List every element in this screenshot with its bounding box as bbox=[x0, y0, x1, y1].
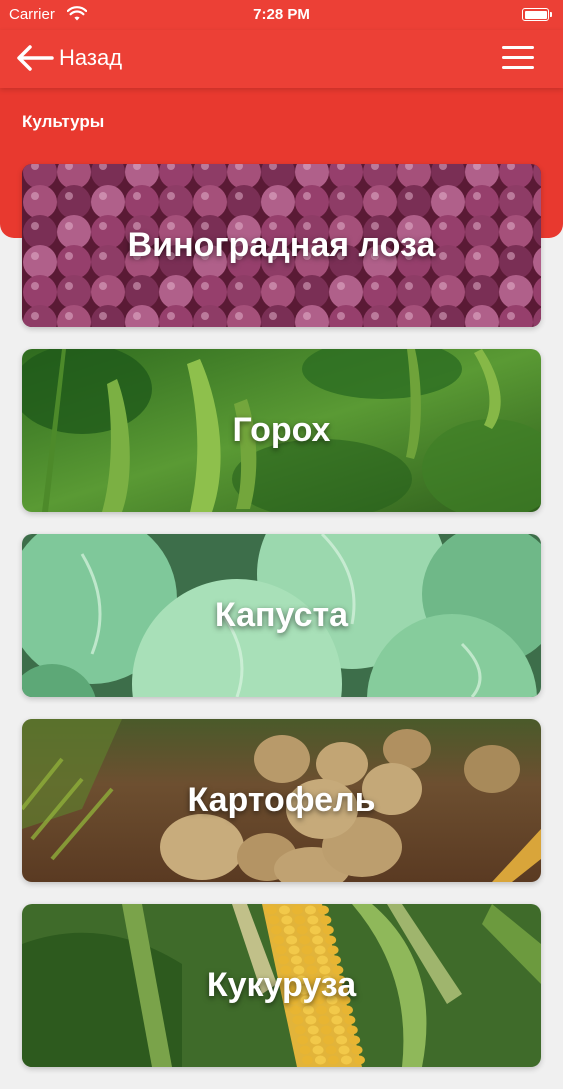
section-title: Культуры bbox=[22, 112, 105, 131]
crop-card-cabbage[interactable]: Капуста bbox=[22, 534, 541, 697]
arrow-left-icon bbox=[17, 45, 54, 71]
crop-card-title: Кукуруза bbox=[206, 966, 357, 1004]
crop-card-peas[interactable]: Горох bbox=[22, 349, 541, 512]
back-label: Назад bbox=[59, 45, 123, 70]
status-bar: Carrier 7:28 PM bbox=[0, 0, 563, 30]
back-button[interactable]: Назад bbox=[15, 40, 122, 76]
navigation-bar: Назад bbox=[0, 30, 563, 88]
crop-card-title: Горох bbox=[232, 411, 331, 449]
crop-card-potatoes[interactable]: Картофель bbox=[22, 719, 541, 882]
crop-card-grapes[interactable]: Виноградная лоза bbox=[22, 164, 541, 327]
crop-card-corn[interactable]: Кукуруза bbox=[22, 904, 541, 1067]
crop-card-title: Картофель bbox=[187, 781, 376, 819]
battery-icon bbox=[522, 8, 552, 21]
crop-card-title: Капуста bbox=[214, 596, 349, 634]
clock: 7:28 PM bbox=[253, 6, 310, 23]
crop-card-title: Виноградная лоза bbox=[127, 226, 436, 264]
hamburger-menu-icon[interactable] bbox=[500, 42, 536, 74]
crop-list: Виноградная лоза Горох Капуста Картофель… bbox=[22, 164, 541, 1089]
